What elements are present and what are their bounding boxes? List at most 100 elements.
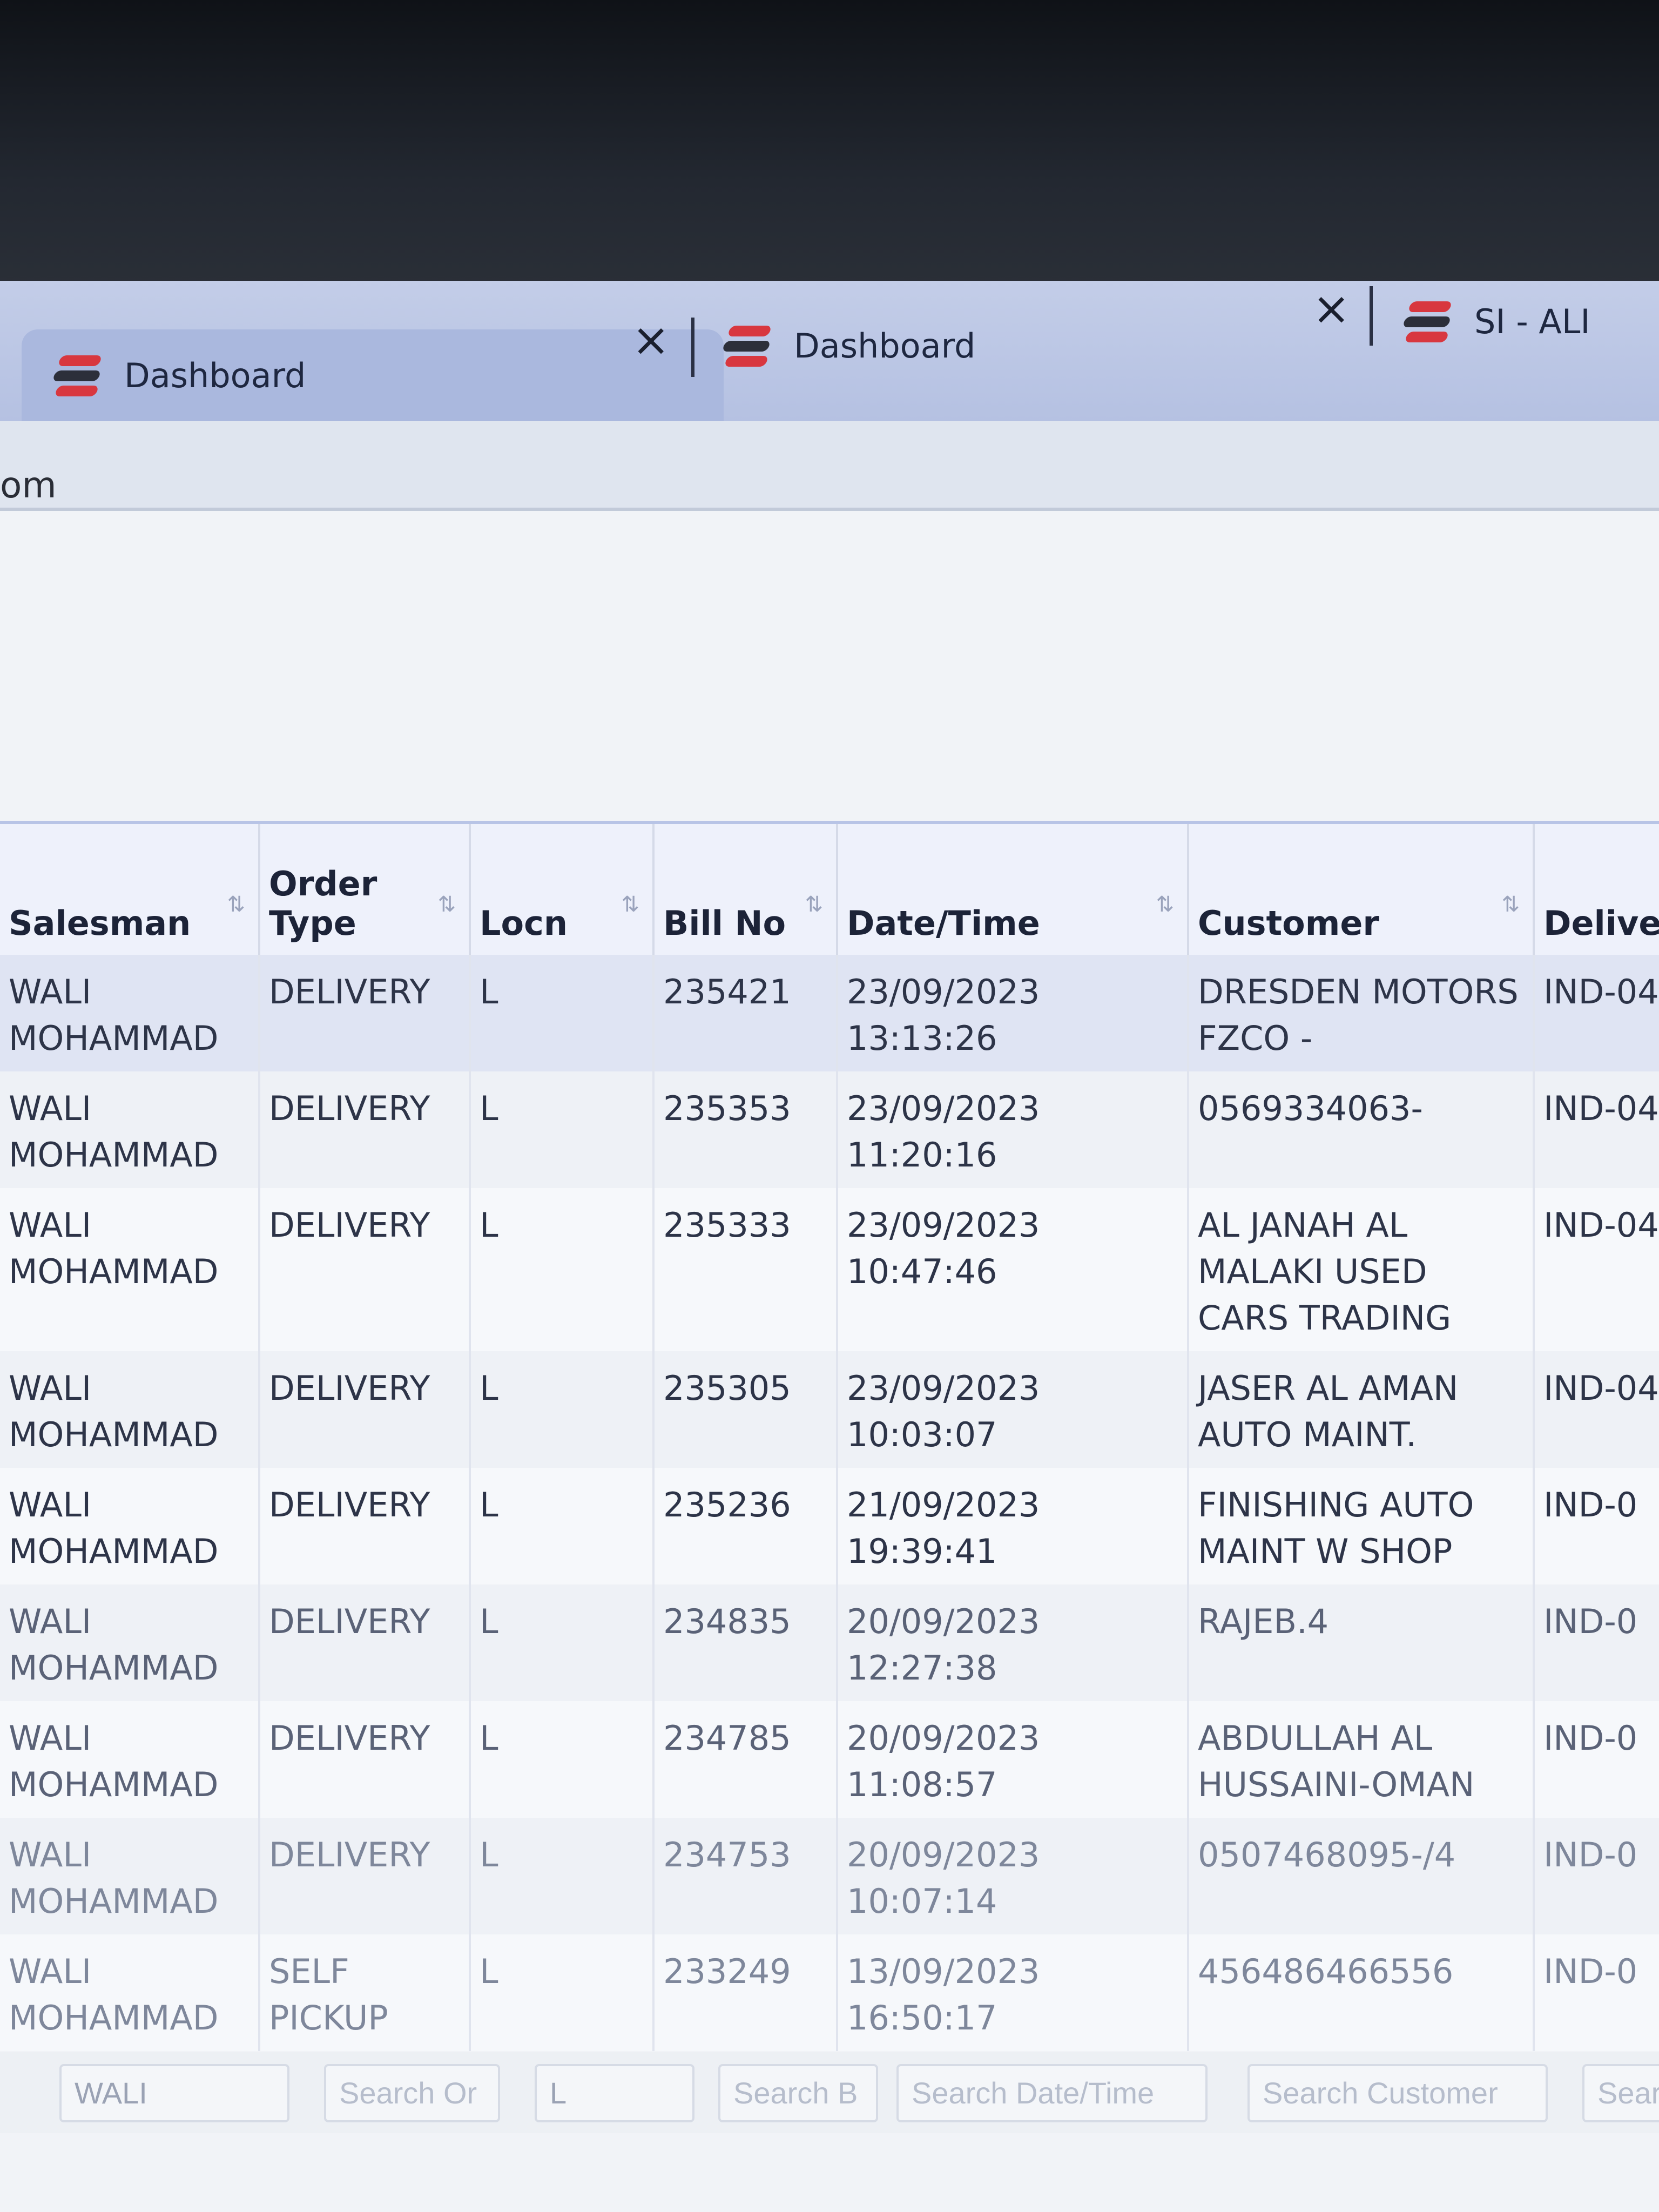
close-tab-icon[interactable]: × xyxy=(632,313,670,366)
tab-dashboard-2[interactable]: Dashboard xyxy=(721,302,975,389)
monitor-bezel xyxy=(0,0,1659,302)
table-row[interactable]: WALI MOHAMMAD DELIVERY L 235333 23/09/2023 1… xyxy=(0,1188,1659,1351)
locn-cell: L xyxy=(470,1934,655,2051)
deliver-cell: IND-0 xyxy=(1534,1934,1659,2051)
sort-icon[interactable]: ⇅ xyxy=(621,892,639,917)
date-time-cell: 20/09/2023 11:08:57 xyxy=(837,1701,1189,1818)
column-header-locn[interactable]: Locn ⇅ xyxy=(470,821,655,955)
address-bar[interactable] xyxy=(0,421,1659,511)
deliver-cell: IND-0 xyxy=(1534,1701,1659,1818)
bill-no-cell: 233249 xyxy=(653,1934,838,2051)
order-type-cell: DELIVERY xyxy=(259,1468,471,1584)
salesman-filter-input[interactable]: WALI xyxy=(59,2064,289,2122)
customer-filter-input[interactable]: Search Customer xyxy=(1247,2064,1548,2122)
column-filter-row: WALI Search Or L Search B Search Date/Ti… xyxy=(0,2052,1659,2133)
bill-no-cell: 235305 xyxy=(653,1351,838,1468)
table-row[interactable]: WALI MOHAMMAD DELIVERY L 235305 23/09/2023 1… xyxy=(0,1351,1659,1468)
column-header-order-type[interactable]: Order Type ⇅ xyxy=(259,821,471,955)
deliver-cell: IND-04 xyxy=(1534,1351,1659,1468)
bill-no-cell: 234785 xyxy=(653,1701,838,1818)
sort-icon[interactable]: ⇅ xyxy=(1156,892,1174,917)
table-row[interactable]: WALI MOHAMMAD DELIVERY L 235421 23/09/2023 1… xyxy=(0,955,1659,1071)
locn-filter-input[interactable]: L xyxy=(535,2064,694,2122)
customer-cell: 0507468095-/4 xyxy=(1188,1818,1535,1934)
date-time-filter-input[interactable]: Search Date/Time xyxy=(896,2064,1208,2122)
address-bar-url[interactable]: om xyxy=(0,464,57,506)
salesman-cell: WALI MOHAMMAD xyxy=(0,1351,260,1468)
bill-no-cell: 235353 xyxy=(653,1071,838,1188)
salesman-cell: WALI MOHAMMAD xyxy=(0,1934,260,2051)
sort-icon[interactable]: ⇅ xyxy=(1501,892,1520,917)
customer-cell: 456486466556 xyxy=(1188,1934,1535,2051)
customer-cell: 0569334063- xyxy=(1188,1071,1535,1188)
table-row[interactable]: WALI MOHAMMAD SELF PICKUP L 233249 13/09/202… xyxy=(0,1934,1659,2051)
browser-tab-strip: Dashboard × Dashboard × SI - ALI xyxy=(0,281,1659,421)
customer-cell: RAJEB.4 xyxy=(1188,1584,1535,1701)
app-logo-icon xyxy=(721,321,772,370)
deliver-cell: IND-0 xyxy=(1534,1468,1659,1584)
bill-no-cell: 235236 xyxy=(653,1468,838,1584)
close-tab-icon[interactable]: × xyxy=(1312,282,1350,335)
locn-cell: L xyxy=(470,955,655,1071)
table-row[interactable]: WALI MOHAMMAD DELIVERY L 234785 20/09/2023 1… xyxy=(0,1701,1659,1818)
order-type-cell: DELIVERY xyxy=(259,1351,471,1468)
bill-no-cell: 234835 xyxy=(653,1584,838,1701)
date-time-cell: 13/09/2023 16:50:17 xyxy=(837,1934,1189,2051)
locn-cell: L xyxy=(470,1818,655,1934)
customer-cell: AL JANAH AL MALAKI USED CARS TRADING xyxy=(1188,1188,1535,1351)
salesman-cell: WALI MOHAMMAD xyxy=(0,1818,260,1934)
deliver-cell: IND-0 xyxy=(1534,1584,1659,1701)
date-time-cell: 23/09/2023 13:13:26 xyxy=(837,955,1189,1071)
column-header-deliver[interactable]: Deliver xyxy=(1534,821,1659,955)
order-type-cell: DELIVERY xyxy=(259,1818,471,1934)
date-time-cell: 23/09/2023 10:03:07 xyxy=(837,1351,1189,1468)
locn-cell: L xyxy=(470,1584,655,1701)
deliver-filter-input[interactable]: Sear xyxy=(1582,2064,1659,2122)
salesman-cell: WALI MOHAMMAD xyxy=(0,1071,260,1188)
locn-cell: L xyxy=(470,1188,655,1351)
column-header-bill-no[interactable]: Bill No ⇅ xyxy=(653,821,838,955)
locn-cell: L xyxy=(470,1468,655,1584)
table-row[interactable]: WALI MOHAMMAD DELIVERY L 234835 20/09/2023 1… xyxy=(0,1584,1659,1701)
column-header-salesman[interactable]: Salesman ⇅ xyxy=(0,821,260,955)
sort-icon[interactable]: ⇅ xyxy=(437,892,456,917)
sort-icon[interactable]: ⇅ xyxy=(805,892,823,917)
salesman-cell: WALI MOHAMMAD xyxy=(0,1188,260,1351)
customer-cell: DRESDEN MOTORS FZCO - xyxy=(1188,955,1535,1071)
date-time-cell: 20/09/2023 10:07:14 xyxy=(837,1818,1189,1934)
locn-cell: L xyxy=(470,1351,655,1468)
date-time-cell: 21/09/2023 19:39:41 xyxy=(837,1468,1189,1584)
orders-table: Salesman ⇅ Order Type ⇅ Locn ⇅ Bill No ⇅ Dat… xyxy=(0,821,1659,2051)
tab-dashboard-1[interactable]: Dashboard xyxy=(22,329,724,421)
locn-cell: L xyxy=(470,1701,655,1818)
customer-cell: ABDULLAH AL HUSSAINI-OMAN xyxy=(1188,1701,1535,1818)
table-row[interactable]: WALI MOHAMMAD DELIVERY L 235353 23/09/2023 1… xyxy=(0,1071,1659,1188)
app-logo-icon xyxy=(52,351,103,400)
order-type-filter-input[interactable]: Search Or xyxy=(324,2064,500,2122)
salesman-cell: WALI MOHAMMAD xyxy=(0,1468,260,1584)
column-header-date-time[interactable]: Date/Time ⇅ xyxy=(837,821,1189,955)
sort-icon[interactable]: ⇅ xyxy=(227,892,245,917)
column-header-customer[interactable]: Customer ⇅ xyxy=(1188,821,1535,955)
date-time-cell: 23/09/2023 11:20:16 xyxy=(837,1071,1189,1188)
deliver-cell: IND-0 xyxy=(1534,1818,1659,1934)
bill-no-cell: 235333 xyxy=(653,1188,838,1351)
salesman-cell: WALI MOHAMMAD xyxy=(0,1701,260,1818)
bill-no-cell: 234753 xyxy=(653,1818,838,1934)
date-time-cell: 23/09/2023 10:47:46 xyxy=(837,1188,1189,1351)
tab-label: SI - ALI xyxy=(1474,301,1590,341)
table-row[interactable]: WALI MOHAMMAD DELIVERY L 235236 21/09/2023 1… xyxy=(0,1468,1659,1584)
table-header-row: Salesman ⇅ Order Type ⇅ Locn ⇅ Bill No ⇅ Dat… xyxy=(0,821,1659,955)
order-type-cell: DELIVERY xyxy=(259,1584,471,1701)
customer-cell: JASER AL AMAN AUTO MAINT. xyxy=(1188,1351,1535,1468)
order-type-cell: DELIVERY xyxy=(259,1071,471,1188)
tab-si-ali[interactable]: SI - ALI xyxy=(1402,281,1590,362)
salesman-cell: WALI MOHAMMAD xyxy=(0,955,260,1071)
table-row[interactable]: WALI MOHAMMAD DELIVERY L 234753 20/09/2023 1… xyxy=(0,1818,1659,1934)
bill-no-filter-input[interactable]: Search B xyxy=(718,2064,878,2122)
order-type-cell: DELIVERY xyxy=(259,955,471,1071)
deliver-cell: IND-04 xyxy=(1534,955,1659,1071)
deliver-cell: IND-04 xyxy=(1534,1188,1659,1351)
deliver-cell: IND-04 xyxy=(1534,1071,1659,1188)
order-type-cell: DELIVERY xyxy=(259,1701,471,1818)
